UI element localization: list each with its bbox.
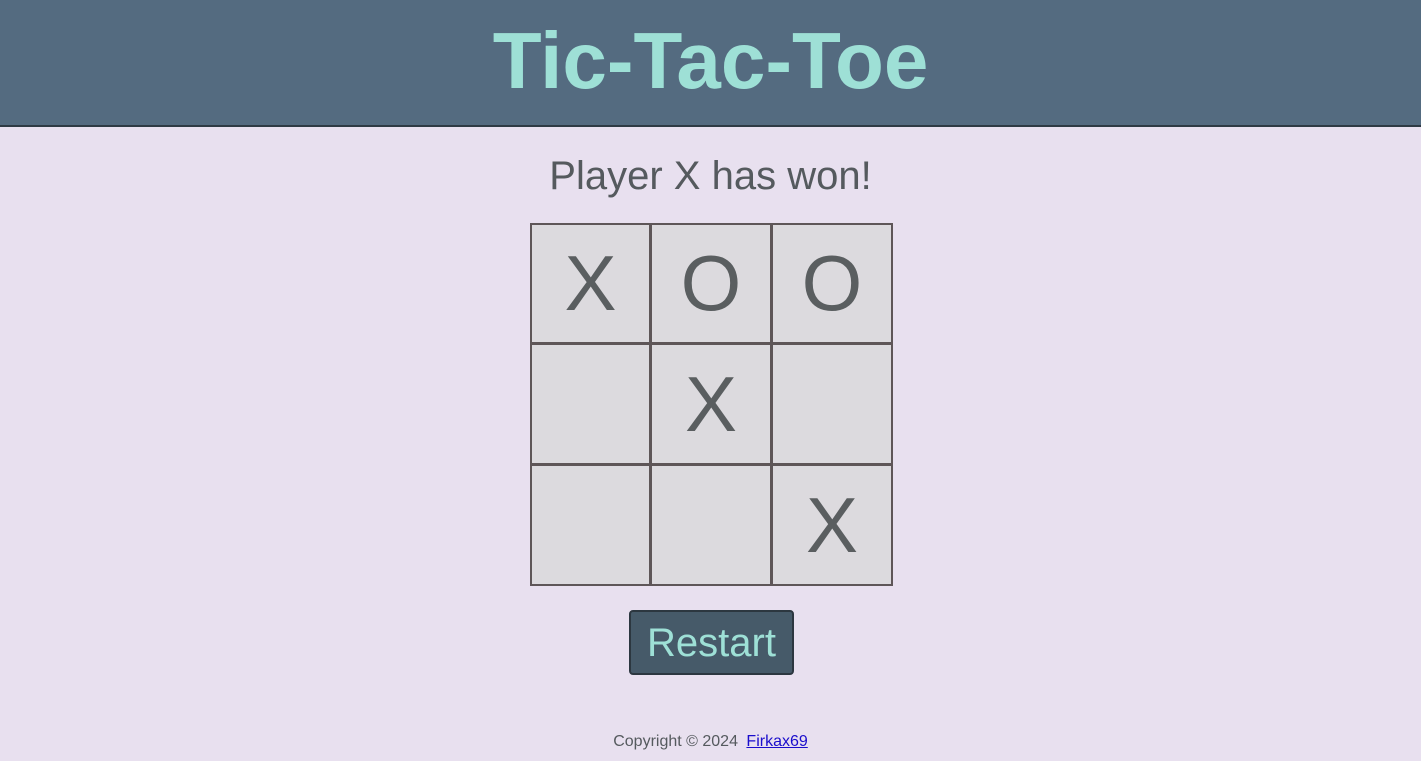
board-cell-3[interactable]: O — [771, 223, 893, 344]
header-bar: Tic-Tac-Toe — [0, 0, 1421, 127]
board-cell-1[interactable]: X — [530, 223, 651, 344]
board-cell-2[interactable]: O — [650, 223, 772, 344]
board-cell-9[interactable]: X — [771, 464, 893, 586]
game-status-text: Player X has won! — [549, 154, 872, 198]
footer: Copyright © 2024 Firkax69 — [0, 733, 1421, 751]
restart-button[interactable]: Restart — [629, 610, 794, 675]
board-cell-4[interactable] — [530, 343, 651, 465]
board-cell-5[interactable]: X — [650, 343, 772, 465]
game-board: X O O X X — [530, 223, 893, 586]
board-cell-7[interactable] — [530, 464, 651, 586]
page-title: Tic-Tac-Toe — [492, 16, 929, 105]
author-link[interactable]: Firkax69 — [746, 733, 807, 750]
copyright-text: Copyright © 2024 — [613, 733, 738, 750]
board-cell-8[interactable] — [650, 464, 772, 586]
board-cell-6[interactable] — [771, 343, 893, 465]
